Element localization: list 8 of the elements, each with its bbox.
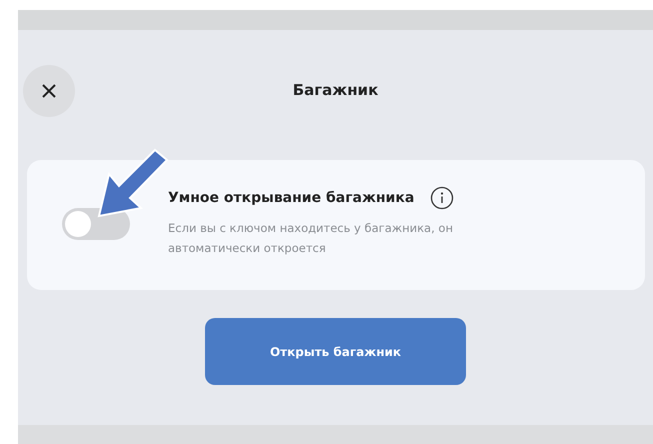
open-trunk-button[interactable]: Открыть багажник (205, 318, 466, 385)
close-icon (41, 83, 57, 99)
setting-description: Если вы с ключом находитесь у багажника, он автоматически откроется (168, 220, 454, 257)
info-icon[interactable] (430, 186, 454, 210)
page-title: Багажник (292, 80, 378, 101)
close-button[interactable] (23, 65, 75, 117)
setting-title: Умное открывание багажника (168, 188, 414, 208)
toggle-switch[interactable] (62, 208, 130, 240)
